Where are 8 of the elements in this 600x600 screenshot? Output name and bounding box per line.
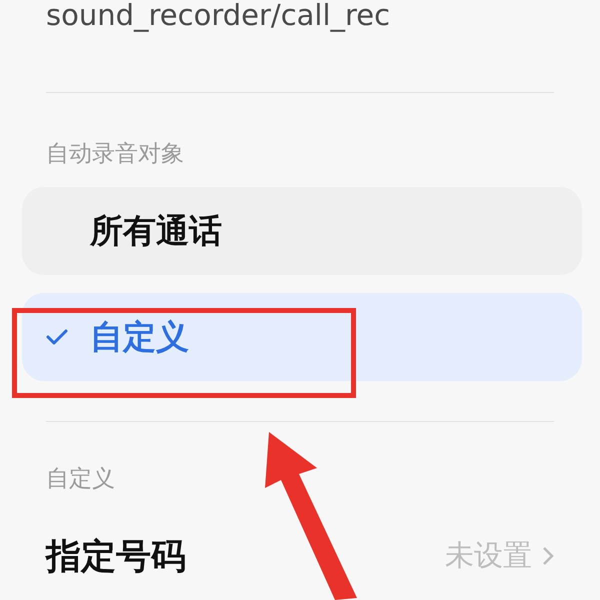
section-label: 自动录音对象 [45,140,185,169]
chevron-icon [542,546,554,566]
row-title: 指定号码 [46,536,186,578]
section-label: 自定义 [45,465,116,494]
check-icon [46,328,68,346]
option-item[interactable]: 自定义 [22,293,582,381]
path-text: sound_recorder/call_rec [45,0,392,30]
option-item[interactable]: 所有通话 [22,187,582,275]
